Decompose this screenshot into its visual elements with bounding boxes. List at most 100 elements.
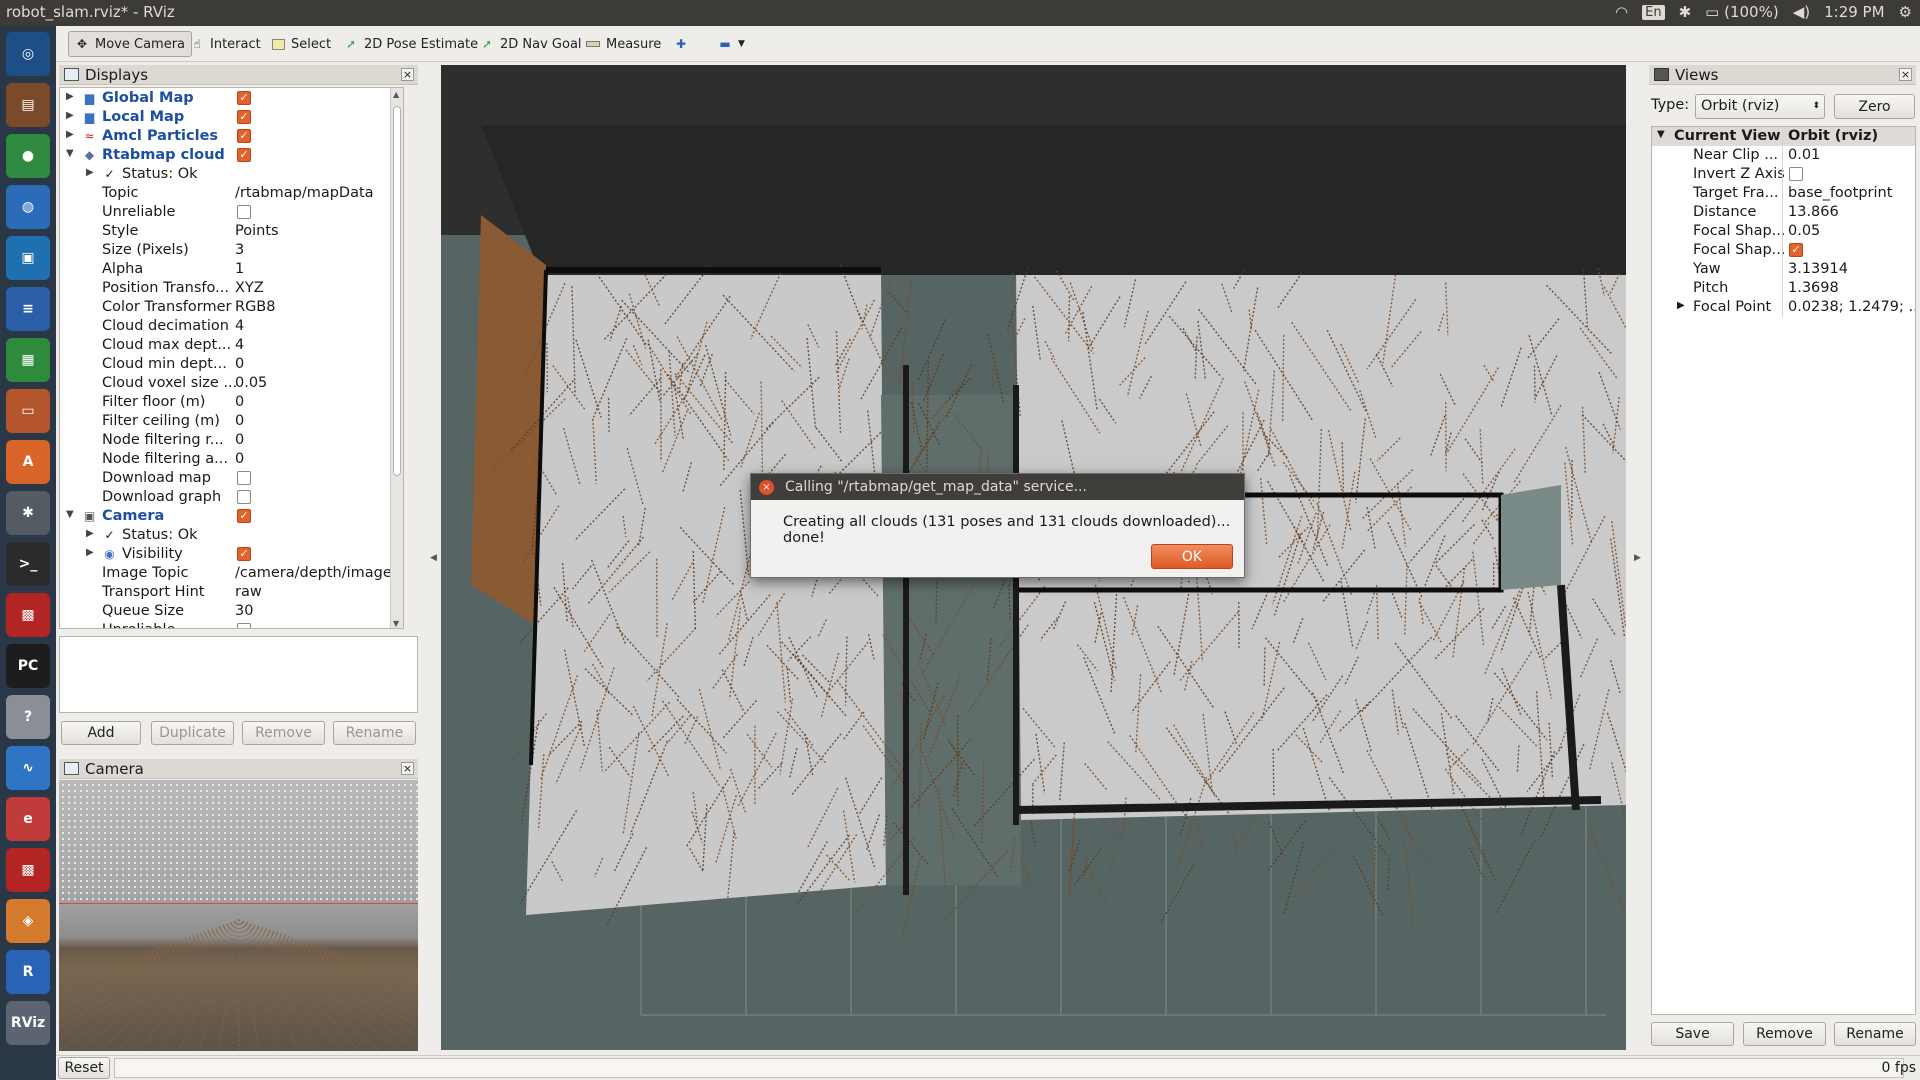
display-row[interactable]: Cloud max dept... 4 — [60, 336, 403, 355]
display-row-value[interactable]: 30 — [235, 603, 253, 619]
views-tree[interactable]: ▼ Current View Orbit (rviz) Near Clip ..… — [1651, 126, 1916, 1015]
blender-icon[interactable]: ◈ — [6, 899, 50, 943]
display-row[interactable]: Cloud decimation 4 — [60, 317, 403, 336]
collapse-right-icon[interactable]: ▶ — [1634, 553, 1641, 563]
display-row-value[interactable]: 0 — [235, 451, 244, 467]
interact-tool[interactable]: ☝ Interact — [184, 31, 267, 57]
display-row[interactable]: Position Transfo... XYZ — [60, 279, 403, 298]
view-property-value[interactable]: 3.13914 — [1788, 261, 1848, 277]
display-row[interactable]: Queue Size 30 — [60, 602, 403, 621]
display-row-value[interactable]: 3 — [235, 242, 244, 258]
display-row[interactable]: Unreliable — [60, 203, 403, 222]
display-row-value[interactable]: raw — [235, 584, 262, 600]
view-property-row[interactable]: Yaw 3.13914 — [1652, 260, 1915, 279]
display-row[interactable]: ▶ ▆ Global Map ✓ — [60, 89, 403, 108]
collapsed-arrow-icon[interactable]: ▶ — [86, 167, 94, 178]
duplicate-display-button[interactable]: Duplicate — [151, 721, 234, 745]
displays-scrollbar[interactable]: ▲ ▼ — [390, 88, 403, 628]
help-icon[interactable]: ? — [6, 695, 50, 739]
displays-tree[interactable]: ▶ ▆ Global Map ✓ ▶ ▆ Local Map ✓ ▶ ≈ Amcl Particle… — [59, 87, 404, 629]
settings-icon[interactable]: ✱ — [6, 491, 50, 535]
view-property-value[interactable]: base_footprint — [1788, 185, 1892, 201]
view-property-row[interactable]: Near Clip ... 0.01 — [1652, 146, 1915, 165]
view-property-value[interactable]: 0.0238; 1.2479; ... — [1788, 299, 1915, 315]
display-row-value[interactable]: 0.05 — [235, 375, 267, 391]
display-row[interactable]: Unreliable — [60, 621, 403, 628]
scroll-down-icon[interactable]: ▼ — [393, 619, 399, 628]
display-row-value[interactable]: 0 — [235, 413, 244, 429]
display-row-value[interactable]: /rtabmap/mapData — [235, 185, 374, 201]
remove-display-button[interactable]: Remove — [242, 721, 325, 745]
display-row[interactable]: Topic/rtabmap/mapData — [60, 184, 403, 203]
display-row[interactable]: Node filtering r... 0 — [60, 431, 403, 450]
display-row[interactable]: ▼ ▣ Camera ✓ — [60, 507, 403, 526]
close-icon[interactable]: × — [1899, 68, 1912, 81]
dash-icon[interactable]: ◎ — [6, 32, 50, 76]
clock[interactable]: 1:29 PM — [1824, 3, 1884, 21]
pycharm-icon[interactable]: PC — [6, 644, 50, 688]
display-row[interactable]: Transport Hint raw — [60, 583, 403, 602]
display-row-value[interactable]: 0 — [235, 394, 244, 410]
pose-estimate-tool[interactable]: ➚ 2D Pose Estimate — [338, 31, 484, 57]
display-row[interactable]: Filter ceiling (m) 0 — [60, 412, 403, 431]
checkbox-unchecked[interactable] — [237, 623, 251, 628]
display-row[interactable]: Cloud voxel size ... 0.05 — [60, 374, 403, 393]
display-row[interactable]: Alpha 1 — [60, 260, 403, 279]
zero-button[interactable]: Zero — [1834, 94, 1915, 119]
checkbox-unchecked[interactable] — [237, 205, 251, 219]
collapse-arrow-icon[interactable]: ▼ — [1657, 129, 1665, 140]
display-row-value[interactable]: 1 — [235, 261, 244, 277]
terminal-icon[interactable]: >_ — [6, 542, 50, 586]
view-property-row[interactable]: Focal Shap... ✓ — [1652, 241, 1915, 260]
display-row[interactable]: ▶ ▆ Local Map ✓ — [60, 108, 403, 127]
bluetooth-icon[interactable]: ✱ — [1679, 3, 1692, 21]
view-property-row[interactable]: Pitch 1.3698 — [1652, 279, 1915, 298]
display-row[interactable]: Size (Pixels) 3 — [60, 241, 403, 260]
checkbox-checked[interactable]: ✓ — [237, 509, 251, 523]
view-property-row[interactable]: Distance 13.866 — [1652, 203, 1915, 222]
display-row[interactable]: ▶ ◉ Visibility ✓ — [60, 545, 403, 564]
display-row[interactable]: ▶ ✓ Status: Ok — [60, 526, 403, 545]
display-row-value[interactable]: Points — [235, 223, 279, 239]
display-row-value[interactable]: /camera/depth/image... — [235, 565, 403, 581]
collapsed-arrow-icon[interactable]: ▶ — [1677, 300, 1685, 311]
rename-display-button[interactable]: Rename — [333, 721, 416, 745]
close-icon[interactable]: × — [401, 68, 414, 81]
checkbox-checked[interactable]: ✓ — [237, 129, 251, 143]
remove-view-button[interactable]: Remove — [1743, 1022, 1826, 1046]
checkbox-unchecked[interactable] — [1789, 167, 1803, 181]
display-row[interactable]: ▶ ≈ Amcl Particles ✓ — [60, 127, 403, 146]
files-icon[interactable]: ▤ — [6, 83, 50, 127]
select-tool[interactable]: Select — [266, 31, 337, 57]
expanded-arrow-icon[interactable]: ▼ — [66, 509, 74, 520]
keyboard-layout-indicator[interactable]: En — [1642, 4, 1665, 20]
display-row-value[interactable]: 0 — [235, 432, 244, 448]
checkbox-checked[interactable]: ✓ — [237, 91, 251, 105]
display-row[interactable]: ▶ ✓ Status: Ok — [60, 165, 403, 184]
collapsed-arrow-icon[interactable]: ▶ — [66, 91, 74, 102]
battery-indicator[interactable]: ▭ (100%) — [1705, 3, 1779, 21]
view-property-value[interactable]: 0.01 — [1788, 147, 1820, 163]
monitor-icon[interactable]: ∿ — [6, 746, 50, 790]
view-property-value[interactable]: 13.866 — [1788, 204, 1839, 220]
app-red2-icon[interactable]: ▩ — [6, 848, 50, 892]
wifi-icon[interactable]: ◠ — [1615, 3, 1628, 21]
writer-icon[interactable]: ≡ — [6, 287, 50, 331]
display-row[interactable]: Download graph — [60, 488, 403, 507]
view-property-row[interactable]: Target Fra... base_footprint — [1652, 184, 1915, 203]
display-row[interactable]: Style Points — [60, 222, 403, 241]
display-row[interactable]: Cloud min dept... 0 — [60, 355, 403, 374]
move-camera-tool[interactable]: ✥ Move Camera — [68, 31, 193, 57]
system-gear-icon[interactable]: ⚙ — [1899, 3, 1912, 21]
scrollbar-thumb[interactable] — [393, 106, 401, 476]
view-property-row[interactable]: ▶ Focal Point 0.0238; 1.2479; ... — [1652, 298, 1915, 317]
checkbox-checked[interactable]: ✓ — [237, 110, 251, 124]
view-property-row[interactable]: Invert Z Axis — [1652, 165, 1915, 184]
collapsed-arrow-icon[interactable]: ▶ — [86, 547, 94, 558]
close-icon[interactable]: × — [401, 762, 414, 775]
collapsed-arrow-icon[interactable]: ▶ — [86, 528, 94, 539]
display-row[interactable]: ▼ ◆ Rtabmap cloud ✓ — [60, 146, 403, 165]
close-icon[interactable]: × — [759, 480, 774, 495]
display-row-value[interactable]: 4 — [235, 337, 244, 353]
display-row-value[interactable]: 0 — [235, 356, 244, 372]
